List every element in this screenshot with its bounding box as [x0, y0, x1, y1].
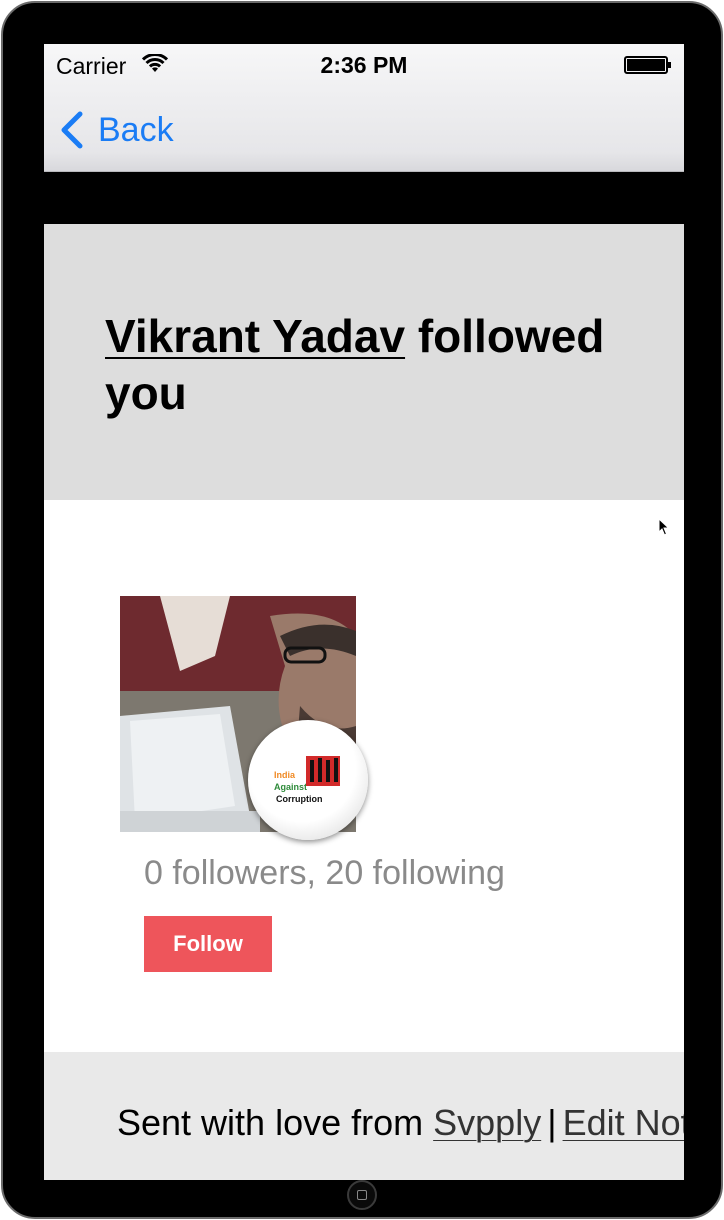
- profile-card: India Against Corruption 0 followers, 20…: [44, 500, 684, 1052]
- simulator-device-frame: Carrier 2:36 PM Back Vikrant Yadav follo…: [1, 1, 723, 1219]
- status-time: 2:36 PM: [320, 52, 408, 78]
- email-footer: Sent with love from Svpply|Edit Notifica…: [44, 1052, 684, 1180]
- chevron-left-icon: [61, 111, 83, 149]
- follow-button[interactable]: Follow: [144, 916, 272, 972]
- back-label: Back: [98, 110, 174, 149]
- app-screen: Carrier 2:36 PM Back Vikrant Yadav follo…: [44, 44, 684, 1180]
- svg-text:Against: Against: [274, 782, 307, 792]
- cause-logo: India Against Corruption: [274, 756, 340, 804]
- cause-badge: India Against Corruption: [248, 720, 368, 840]
- user-name-link[interactable]: Vikrant Yadav: [105, 310, 405, 362]
- notification-headline: Vikrant Yadav followed you: [105, 308, 665, 422]
- edit-notifications-link[interactable]: Edit Notifications: [563, 1102, 684, 1143]
- notification-header: Vikrant Yadav followed you: [44, 224, 684, 500]
- svg-text:India: India: [274, 770, 296, 780]
- cursor-icon: [658, 518, 670, 536]
- status-bar: Carrier 2:36 PM: [44, 44, 684, 84]
- svg-text:Corruption: Corruption: [276, 794, 323, 804]
- footer-separator: |: [547, 1102, 557, 1143]
- footer-line: Sent with love from Svpply|Edit Notifica…: [117, 1102, 684, 1144]
- footer-sent-text: Sent with love from: [117, 1102, 424, 1143]
- svpply-link[interactable]: Svpply: [433, 1102, 541, 1143]
- navigation-bar: Carrier 2:36 PM Back: [44, 44, 684, 172]
- battery-icon: [624, 56, 671, 74]
- home-square-icon: [357, 1190, 367, 1200]
- back-button[interactable]: Back: [58, 108, 174, 152]
- home-button-icon[interactable]: [347, 1180, 377, 1210]
- follower-stats: 0 followers, 20 following: [144, 854, 505, 892]
